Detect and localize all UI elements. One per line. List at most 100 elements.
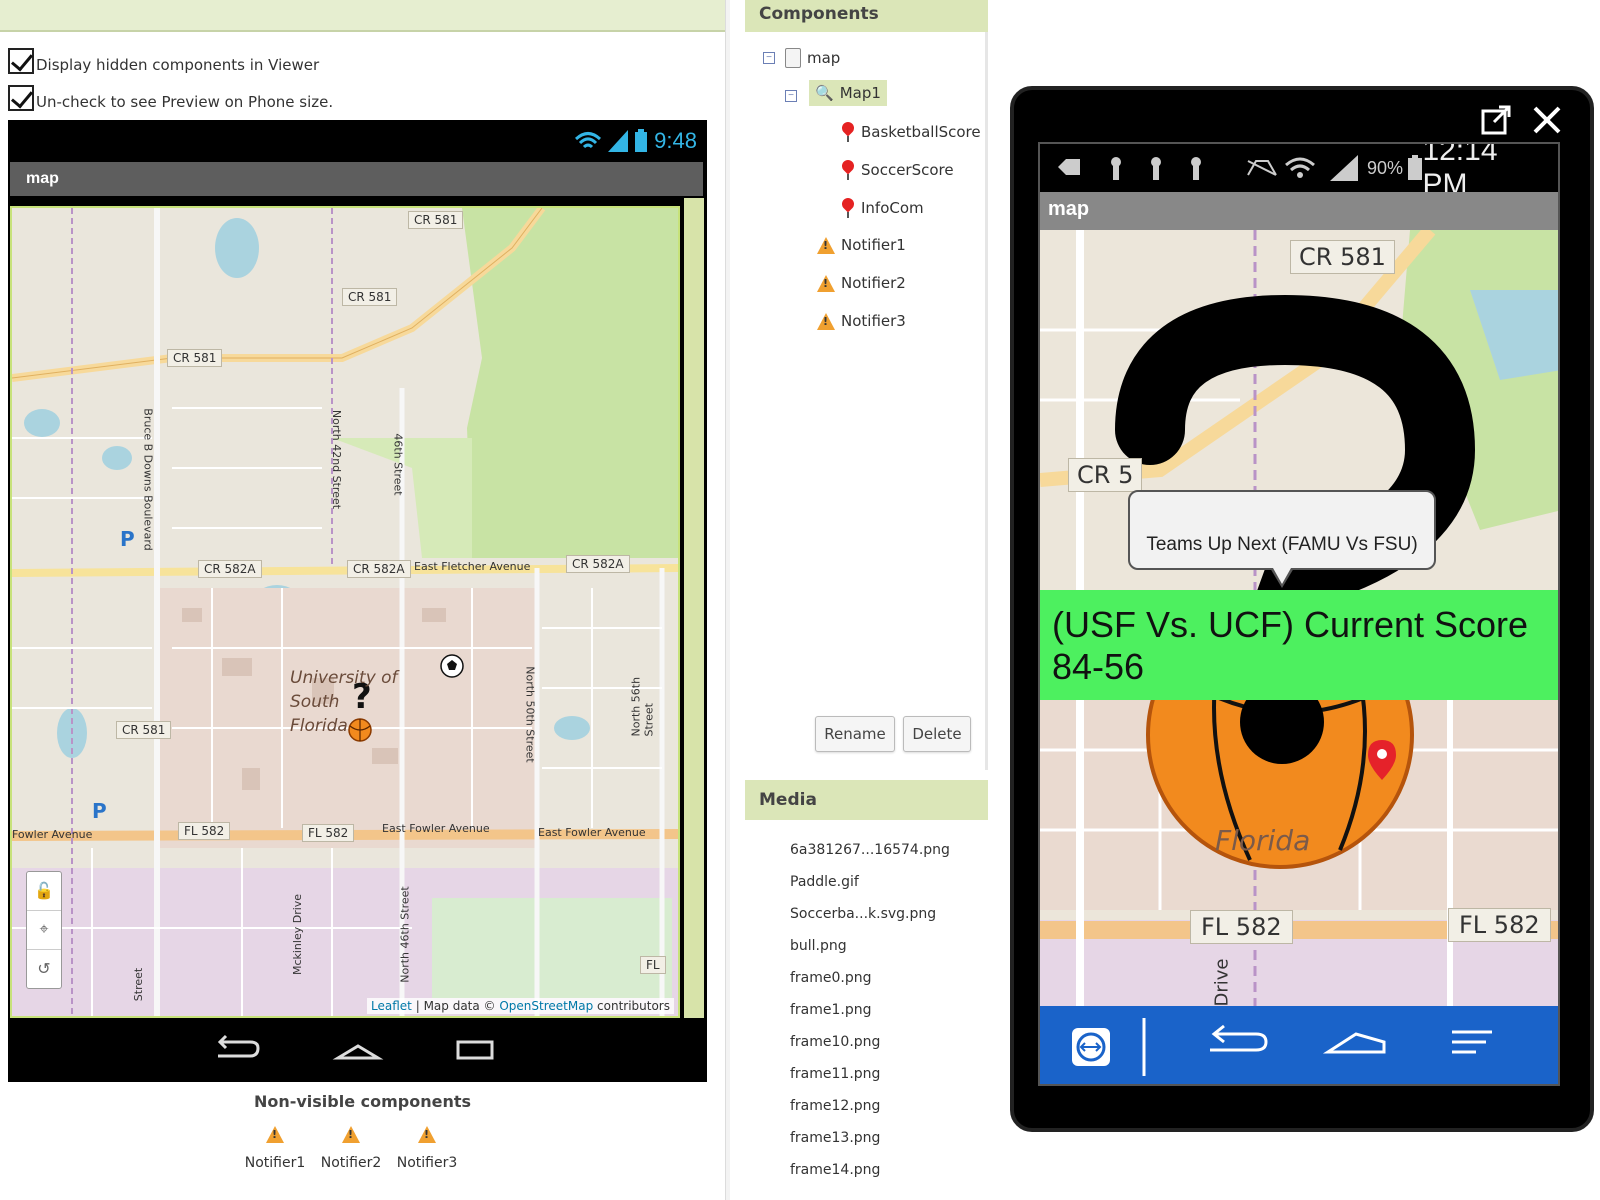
device-app-title: map bbox=[1040, 192, 1558, 230]
components-header: Components bbox=[745, 0, 988, 32]
media-file[interactable]: bull.png bbox=[790, 938, 847, 954]
street-label: North 46th Street bbox=[398, 886, 412, 983]
collapse-icon[interactable]: − bbox=[785, 90, 797, 102]
nonvisible-item[interactable]: Notifier2 bbox=[319, 1126, 383, 1171]
battery-percent: 90% bbox=[1367, 157, 1404, 178]
recents-icon bbox=[456, 1040, 494, 1060]
tree-item-map1[interactable]: 🔍 Map1 bbox=[809, 80, 887, 106]
road-label: FL bbox=[640, 956, 666, 974]
notifier-icon bbox=[418, 1126, 436, 1143]
back-icon bbox=[217, 1034, 260, 1058]
media-file[interactable]: 6a381267...16574.png bbox=[790, 842, 950, 858]
phone-app-title: map bbox=[10, 162, 703, 196]
device-window-controls bbox=[1480, 104, 1562, 136]
svg-text:P: P bbox=[92, 799, 107, 823]
display-hidden-checkbox-row[interactable]: Display hidden components in Viewer bbox=[8, 48, 319, 74]
nonvisible-label: Notifier2 bbox=[320, 1155, 382, 1171]
display-hidden-checkbox[interactable] bbox=[8, 48, 34, 74]
lock-icon[interactable]: 🔓 bbox=[27, 872, 61, 911]
road-label: FL 582 bbox=[178, 822, 231, 840]
road-label: FL 582 bbox=[1448, 908, 1551, 942]
street-label: East Fowler Avenue bbox=[382, 822, 490, 835]
street-label: Bruce B Downs Boulevard bbox=[141, 408, 155, 551]
media-file[interactable]: frame13.png bbox=[790, 1130, 880, 1146]
tree-item-marker[interactable]: SoccerScore bbox=[841, 160, 954, 180]
nonvisible-components: Non-visible components Notifier1 Notifie… bbox=[0, 1092, 725, 1171]
signal-icon bbox=[608, 130, 629, 152]
street-label: Street bbox=[132, 967, 146, 1002]
tree-label: Map1 bbox=[839, 84, 881, 102]
nonvisible-item[interactable]: Notifier1 bbox=[243, 1126, 307, 1171]
delete-button[interactable]: Delete bbox=[903, 716, 971, 752]
campus-label: Florida bbox=[1215, 824, 1311, 857]
viewer-scrollbar[interactable] bbox=[684, 198, 704, 1018]
road-label: FL 582 bbox=[1190, 910, 1293, 944]
street-label: North 42nd Street bbox=[330, 409, 344, 510]
reset-icon[interactable]: ↺ bbox=[27, 950, 61, 988]
tree-item-notifier[interactable]: Notifier2 bbox=[817, 274, 906, 292]
road-label: CR 582A bbox=[198, 560, 262, 578]
media-file[interactable]: frame10.png bbox=[790, 1034, 880, 1050]
collapse-icon[interactable]: − bbox=[763, 52, 775, 64]
home-icon bbox=[332, 1044, 384, 1060]
marker-pin-icon bbox=[841, 198, 855, 218]
nonvisible-item[interactable]: Notifier3 bbox=[395, 1126, 459, 1171]
preview-size-checkbox[interactable] bbox=[8, 85, 34, 111]
screen-icon bbox=[785, 48, 801, 68]
media-file[interactable]: frame12.png bbox=[790, 1098, 880, 1114]
device-map[interactable]: CR 581 CR 5 FL 582 FL 582 Florida Drive … bbox=[1040, 230, 1558, 1007]
road-label: CR 582A bbox=[566, 555, 630, 573]
map-component-icon: 🔍 bbox=[815, 84, 834, 102]
street-label: North 50th Street bbox=[523, 666, 537, 763]
score-value: 84-56 bbox=[1052, 646, 1145, 687]
street-label: 46th Street bbox=[391, 433, 405, 496]
viewer-top-bar bbox=[0, 0, 725, 32]
tooltip-text: Teams Up Next (FAMU Vs FSU) bbox=[1146, 534, 1418, 555]
media-file[interactable]: frame0.png bbox=[790, 970, 872, 986]
map-tiles: P P ? bbox=[12, 208, 678, 1016]
road-label: FL 582 bbox=[302, 824, 355, 842]
marker-info-tooltip: Teams Up Next (FAMU Vs FSU) bbox=[1128, 490, 1436, 588]
media-file[interactable]: Paddle.gif bbox=[790, 874, 859, 890]
map-controls[interactable]: 🔓 ⌖ ↺ bbox=[26, 871, 62, 989]
phone-status-bar: 9:48 bbox=[574, 126, 697, 156]
tree-item-notifier[interactable]: Notifier1 bbox=[817, 236, 906, 254]
tree-item-notifier[interactable]: Notifier3 bbox=[817, 312, 906, 330]
external-link-icon[interactable] bbox=[1480, 104, 1512, 136]
road-label: CR 582A bbox=[347, 560, 411, 578]
phone-nav-icons bbox=[217, 1034, 494, 1060]
media-file[interactable]: frame14.png bbox=[790, 1162, 880, 1178]
campus-label: University of South Florida bbox=[290, 668, 398, 736]
leaflet-link[interactable]: Leaflet bbox=[371, 999, 412, 1013]
tree-label: InfoCom bbox=[861, 199, 924, 217]
media-file[interactable]: Soccerba...k.svg.png bbox=[790, 906, 936, 922]
locate-icon[interactable]: ⌖ bbox=[27, 911, 61, 950]
street-label: Fowler Avenue bbox=[12, 828, 93, 841]
map-viewer[interactable]: P P ? CR 581 CR 581 CR 581 CR 581 CR 582… bbox=[10, 206, 680, 1018]
marker-pin-icon bbox=[841, 160, 855, 180]
rename-button[interactable]: Rename bbox=[815, 716, 895, 752]
tree-item-marker[interactable]: BasketballScore bbox=[841, 122, 981, 142]
close-icon[interactable] bbox=[1532, 105, 1562, 135]
tree-label: Notifier3 bbox=[841, 312, 906, 330]
road-label: CR 581 bbox=[408, 211, 464, 229]
device-status-bar: 90% 12:14 PM bbox=[1040, 144, 1558, 201]
attribution-sep: | Map data © bbox=[411, 999, 500, 1013]
attribution-contrib: contributors bbox=[593, 999, 670, 1013]
nonvisible-label: Notifier3 bbox=[396, 1155, 458, 1171]
components-panel: Components − map − 🔍 Map1 BasketballScor… bbox=[745, 0, 988, 770]
media-file[interactable]: frame1.png bbox=[790, 1002, 872, 1018]
score-title: (USF Vs. UCF) Current Score bbox=[1052, 604, 1529, 645]
phone-clock: 9:48 bbox=[654, 128, 697, 153]
street-label: North 56th Street bbox=[629, 676, 656, 737]
phone-nav-bar bbox=[8, 1018, 707, 1082]
media-file[interactable]: frame11.png bbox=[790, 1066, 880, 1082]
road-label: CR 581 bbox=[167, 349, 223, 367]
osm-link[interactable]: OpenStreetMap bbox=[499, 999, 593, 1013]
street-label: Drive bbox=[1211, 958, 1233, 1007]
preview-size-checkbox-row[interactable]: Un-check to see Preview on Phone size. bbox=[8, 85, 333, 111]
road-label: CR 5 bbox=[1068, 458, 1143, 492]
tree-item-map[interactable]: map bbox=[785, 48, 840, 68]
tree-item-marker[interactable]: InfoCom bbox=[841, 198, 924, 218]
notifier-icon bbox=[266, 1126, 284, 1143]
